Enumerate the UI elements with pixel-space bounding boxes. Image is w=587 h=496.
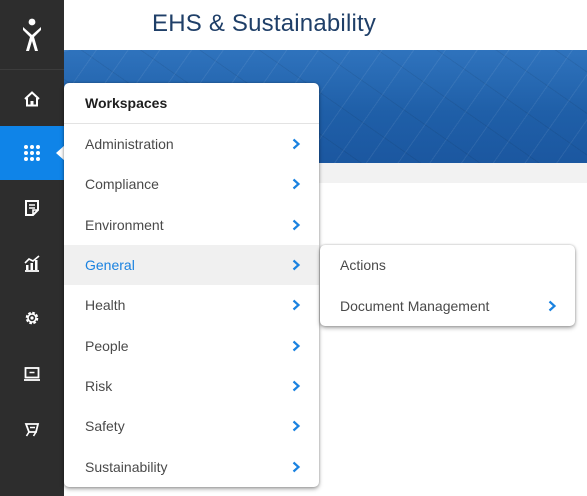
app-title: EHS & Sustainability (152, 10, 377, 37)
chevron-right-icon (292, 179, 301, 190)
general-submenu: Actions Document Management (320, 245, 575, 326)
nav-home[interactable] (0, 72, 64, 126)
menu-item-label: People (85, 337, 129, 354)
apps-grid-icon (24, 145, 40, 161)
menu-item-label: Safety (85, 418, 125, 435)
menu-item-label: Administration (85, 136, 174, 153)
chevron-right-icon (292, 219, 301, 231)
chevron-right-icon (292, 461, 301, 472)
app-logo[interactable] (0, 0, 64, 70)
submenu-item-actions[interactable]: Actions (320, 245, 575, 286)
tag-icon (24, 423, 40, 437)
menu-item-label: Health (85, 297, 126, 314)
nav-display[interactable] (0, 347, 64, 401)
menu-item-environment[interactable]: Environment (64, 205, 319, 245)
submenu-item-document-management[interactable]: Document Management (320, 286, 575, 327)
chevron-right-icon (548, 300, 557, 312)
submenu-item-label: Actions (340, 257, 386, 274)
menu-item-label: Environment (85, 216, 164, 233)
nav-forms[interactable] (0, 181, 64, 235)
menu-item-sustainability[interactable]: Sustainability (64, 446, 319, 486)
person-logo-icon (23, 18, 41, 51)
chevron-right-icon (292, 340, 301, 351)
nav-workspaces[interactable] (0, 126, 65, 180)
nav-settings[interactable] (0, 291, 64, 345)
menu-item-compliance[interactable]: Compliance (64, 164, 319, 204)
sidebar (0, 0, 65, 496)
menu-item-label: Sustainability (85, 458, 168, 475)
nav-analytics[interactable] (0, 237, 64, 291)
chevron-right-icon (292, 138, 301, 150)
chevron-right-icon (292, 420, 301, 432)
home-icon (24, 91, 40, 107)
monitor-icon (24, 367, 40, 381)
workspaces-menu: Workspaces Administration Compliance Env… (64, 83, 319, 487)
gear-icon (25, 311, 39, 325)
chart-icon (24, 255, 40, 272)
menu-item-label: Risk (85, 377, 113, 394)
form-icon (25, 200, 39, 216)
menu-item-people[interactable]: People (64, 325, 319, 365)
menu-item-label: General (85, 257, 135, 274)
menu-item-risk[interactable]: Risk (64, 366, 319, 406)
menu-item-administration[interactable]: Administration (64, 124, 319, 164)
chevron-right-icon (292, 259, 301, 271)
menu-header: Workspaces (64, 83, 319, 124)
menu-item-health[interactable]: Health (64, 285, 319, 325)
menu-item-safety[interactable]: Safety (64, 406, 319, 446)
submenu-item-label: Document Management (340, 297, 490, 314)
menu-item-general[interactable]: General (64, 244, 319, 286)
nav-tags[interactable] (0, 402, 64, 456)
menu-item-label: Compliance (85, 176, 159, 193)
chevron-right-icon (292, 300, 301, 311)
chevron-right-icon (292, 380, 301, 392)
